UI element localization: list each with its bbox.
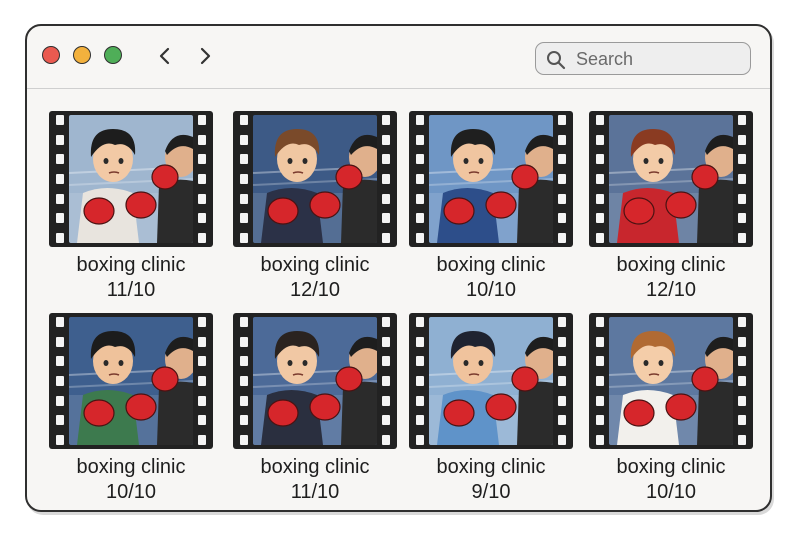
boxing-scene-image: [609, 115, 733, 243]
video-caption: boxing clinic 12/10: [233, 253, 397, 303]
video-caption: boxing clinic 9/10: [409, 455, 573, 505]
video-caption: boxing clinic 11/10: [49, 253, 213, 303]
video-tile[interactable]: boxing clinic 9/10: [409, 313, 573, 505]
film-sprocket-strip: [52, 317, 68, 445]
title-bar: [27, 26, 770, 89]
film-sprocket-strip: [194, 317, 210, 445]
film-sprocket-strip: [554, 115, 570, 243]
video-title: boxing clinic: [616, 456, 726, 478]
maximize-button[interactable]: [104, 46, 122, 64]
search-icon: [547, 51, 566, 70]
film-sprocket-strip: [52, 115, 68, 243]
video-thumbnail[interactable]: [49, 111, 213, 247]
video-date: 11/10: [106, 279, 156, 301]
close-button[interactable]: [42, 46, 60, 64]
boxing-scene-image: [429, 317, 553, 445]
search-input[interactable]: [574, 46, 746, 72]
chevron-left-icon: [159, 47, 170, 65]
film-sprocket-strip: [592, 115, 608, 243]
video-thumbnail[interactable]: [233, 313, 397, 449]
video-date: 12/10: [645, 279, 697, 301]
minimize-button[interactable]: [73, 46, 91, 64]
film-sprocket-strip: [412, 317, 428, 445]
video-title: boxing clinic: [616, 254, 726, 276]
video-caption: boxing clinic 10/10: [589, 455, 753, 505]
video-tile[interactable]: boxing clinic 10/10: [49, 313, 213, 505]
video-date: 10/10: [105, 481, 157, 503]
video-tile[interactable]: boxing clinic 11/10: [49, 111, 213, 303]
video-thumbnail[interactable]: [589, 313, 753, 449]
video-thumbnail[interactable]: [589, 111, 753, 247]
film-sprocket-strip: [236, 115, 252, 243]
video-title: boxing clinic: [436, 456, 546, 478]
boxing-scene-image: [429, 115, 553, 243]
video-date: 9/10: [471, 481, 511, 503]
video-title: boxing clinic: [76, 456, 186, 478]
film-sprocket-strip: [734, 317, 750, 445]
boxing-scene-image: [609, 317, 733, 445]
video-tile[interactable]: boxing clinic 11/10: [233, 313, 397, 505]
video-thumbnail[interactable]: [409, 111, 573, 247]
video-tile[interactable]: boxing clinic 12/10: [233, 111, 397, 303]
video-date: 10/10: [465, 279, 517, 301]
film-sprocket-strip: [554, 317, 570, 445]
video-title: boxing clinic: [260, 254, 370, 276]
film-sprocket-strip: [592, 317, 608, 445]
boxing-scene-image: [253, 317, 377, 445]
film-sprocket-strip: [194, 115, 210, 243]
chevron-right-icon: [200, 47, 211, 65]
video-date: 11/10: [290, 481, 340, 503]
video-caption: boxing clinic 10/10: [49, 455, 213, 505]
video-tile[interactable]: boxing clinic 12/10: [589, 111, 753, 303]
video-title: boxing clinic: [260, 456, 370, 478]
search-box[interactable]: [535, 42, 751, 75]
boxing-scene-image: [69, 115, 193, 243]
film-sprocket-strip: [378, 317, 394, 445]
video-tile[interactable]: boxing clinic 10/10: [409, 111, 573, 303]
video-caption: boxing clinic 10/10: [409, 253, 573, 303]
video-caption: boxing clinic 12/10: [589, 253, 753, 303]
boxing-scene-image: [253, 115, 377, 243]
back-button[interactable]: [153, 44, 177, 68]
boxing-scene-image: [69, 317, 193, 445]
video-thumbnail[interactable]: [49, 313, 213, 449]
film-sprocket-strip: [236, 317, 252, 445]
browser-window: boxing clinic11/10boxing clinic12/10boxi…: [25, 24, 772, 512]
film-sprocket-strip: [412, 115, 428, 243]
video-caption: boxing clinic 11/10: [233, 455, 397, 505]
video-thumbnail[interactable]: [233, 111, 397, 247]
video-title: boxing clinic: [76, 254, 186, 276]
forward-button[interactable]: [193, 44, 217, 68]
video-tile[interactable]: boxing clinic 10/10: [589, 313, 753, 505]
video-date: 10/10: [645, 481, 697, 503]
video-date: 12/10: [289, 279, 341, 301]
video-title: boxing clinic: [436, 254, 546, 276]
film-sprocket-strip: [734, 115, 750, 243]
video-thumbnail[interactable]: [409, 313, 573, 449]
film-sprocket-strip: [378, 115, 394, 243]
